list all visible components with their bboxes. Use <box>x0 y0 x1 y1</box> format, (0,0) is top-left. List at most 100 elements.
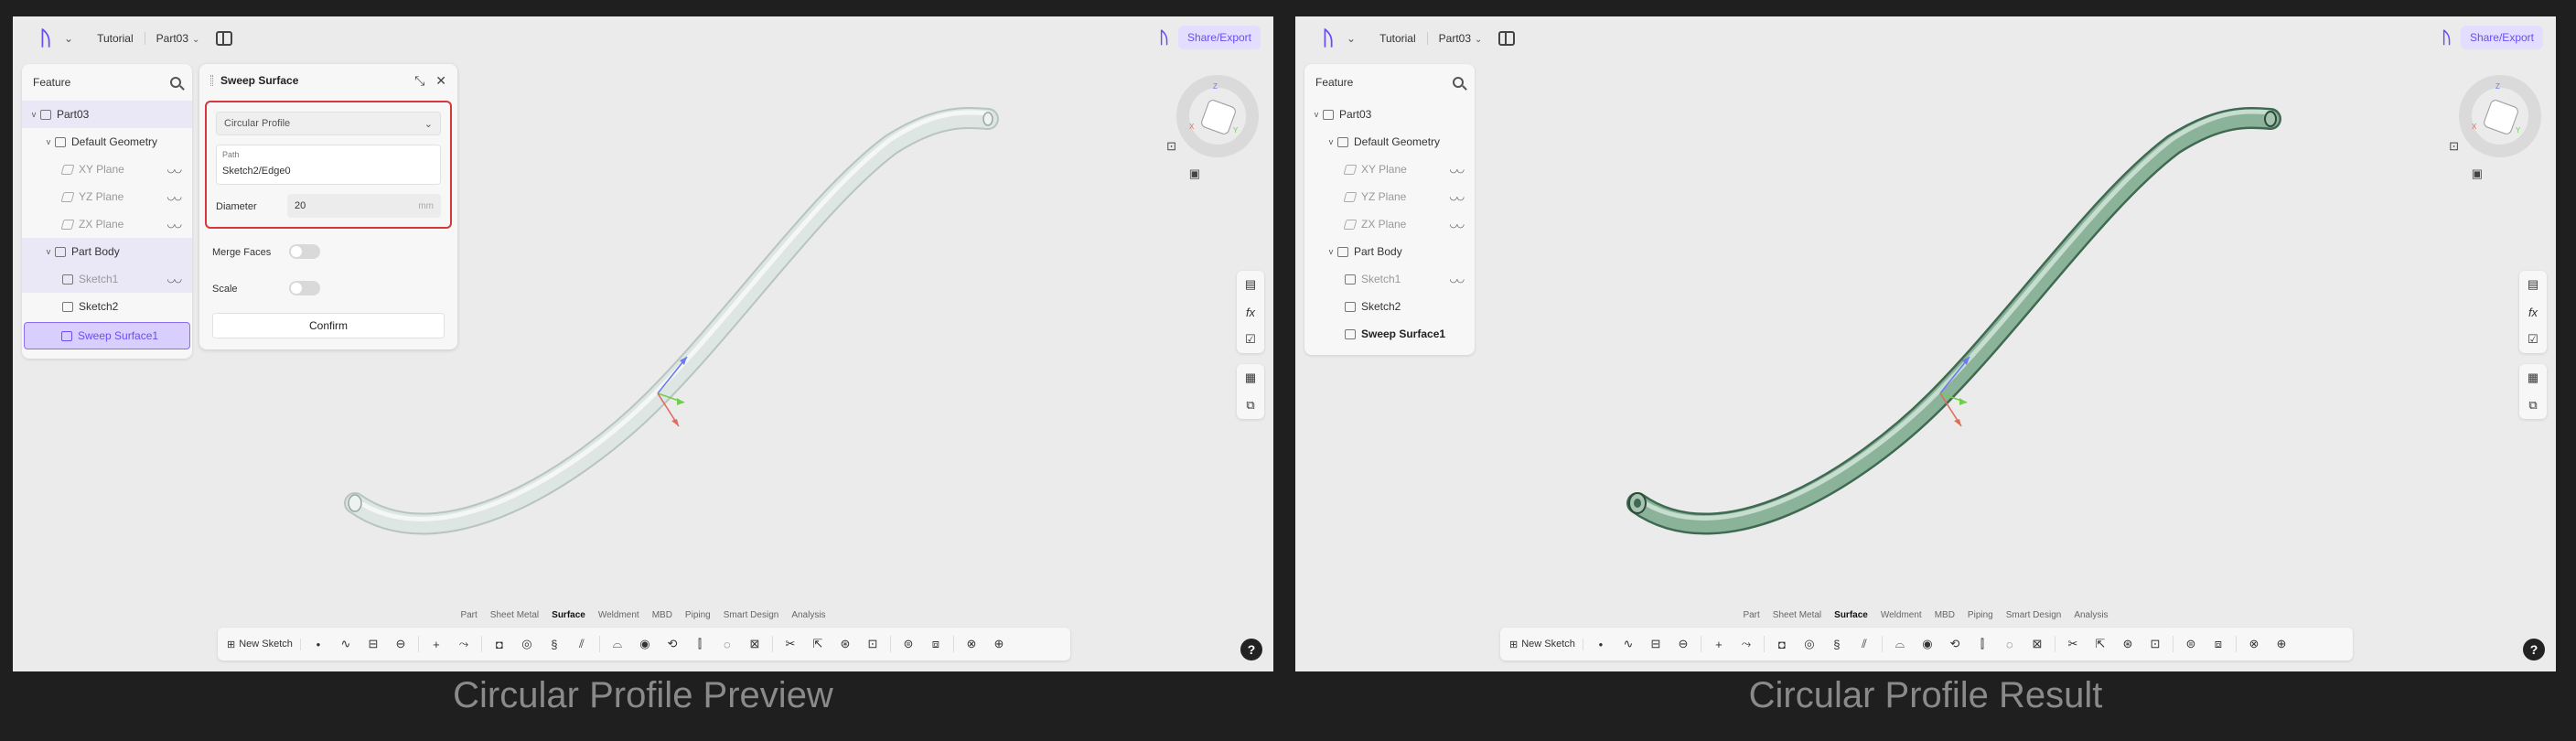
tab-part[interactable]: Part <box>458 608 478 622</box>
view-mode-icon[interactable]: ▣ <box>1189 166 1200 181</box>
sidebar-toggle-icon[interactable] <box>1498 31 1516 46</box>
share-export-button[interactable]: Share/Export <box>1177 26 1261 49</box>
search-icon[interactable] <box>1453 77 1464 88</box>
pattern-icon[interactable]: ⧈ <box>2208 637 2228 651</box>
tree-item-part-body[interactable]: v Part Body <box>1304 238 1475 265</box>
scale-toggle[interactable] <box>289 281 320 295</box>
fill-surface-icon[interactable]: ◘ <box>489 638 510 651</box>
confirm-button[interactable]: Confirm <box>212 313 445 338</box>
eye-closed-icon[interactable]: ◡◡ <box>167 192 182 202</box>
tree-item-default-geometry[interactable]: v Default Geometry <box>22 128 192 156</box>
fit-view-icon[interactable]: ⊡ <box>2449 139 2459 154</box>
revolve-surface-icon[interactable]: ⊖ <box>1673 637 1693 651</box>
tab-part[interactable]: Part <box>1741 608 1761 622</box>
tree-item-sweep-surface1[interactable]: Sweep Surface1 <box>24 322 190 349</box>
extend-icon[interactable]: ⇱ <box>2090 637 2110 651</box>
dialog-header[interactable]: Sweep Surface ⤡ ✕ <box>199 64 457 97</box>
chevron-down-icon[interactable]: v <box>42 247 55 256</box>
breadcrumb-part[interactable]: Part03 ⌄ <box>1428 32 1494 45</box>
document-icon[interactable]: ▤ <box>2525 276 2541 293</box>
chevron-down-icon[interactable]: ⌄ <box>1347 32 1356 45</box>
tree-item-yz-plane[interactable]: YZ Plane ◡◡ <box>1304 183 1475 210</box>
ruled-surface-icon[interactable]: ⟲ <box>1945 637 1965 651</box>
tree-item-default-geometry[interactable]: v Default Geometry <box>1304 128 1475 156</box>
fit-view-icon[interactable]: ⊡ <box>1166 139 1176 154</box>
mirror-icon[interactable]: ⊜ <box>2181 637 2201 651</box>
new-sketch-button[interactable]: ⊞ New Sketch <box>227 638 301 650</box>
ruled-surface-icon[interactable]: ⟲ <box>662 637 682 651</box>
pattern-icon[interactable]: ⧈ <box>926 637 946 651</box>
brand-icon[interactable]: ᚢ <box>2442 28 2452 48</box>
layers-icon[interactable]: ⧉ <box>2525 397 2541 413</box>
intersect-curve-icon[interactable]: + <box>1709 638 1729 651</box>
drag-handle-icon[interactable] <box>210 75 213 86</box>
tab-sheet-metal[interactable]: Sheet Metal <box>488 608 541 622</box>
tree-item-part03[interactable]: v Part03 <box>1304 101 1475 128</box>
delete-face-icon[interactable]: ⊗ <box>2244 637 2264 651</box>
offset-surface-icon[interactable]: ⌓ <box>607 637 628 651</box>
tab-mbd[interactable]: MBD <box>650 608 674 622</box>
app-logo-icon[interactable]: ᚢ <box>1310 26 1347 51</box>
layers-icon[interactable]: ⧉ <box>1242 397 1259 413</box>
tab-piping[interactable]: Piping <box>683 608 713 622</box>
path-field[interactable]: Path Sketch2/Edge0 <box>216 145 441 185</box>
formula-icon[interactable]: fx <box>1242 304 1259 320</box>
point-icon[interactable]: • <box>1591 638 1611 651</box>
intersect-curve-icon[interactable]: + <box>426 638 446 651</box>
diameter-input[interactable]: 20 mm <box>287 194 441 218</box>
chevron-down-icon[interactable]: v <box>1325 137 1337 146</box>
chevron-down-icon[interactable]: v <box>42 137 55 146</box>
close-icon[interactable]: ✕ <box>435 73 446 89</box>
app-logo-icon[interactable]: ᚢ <box>27 26 64 51</box>
tree-item-sweep-surface1[interactable]: Sweep Surface1 <box>1304 320 1475 348</box>
knit-icon[interactable]: ⊛ <box>2118 637 2138 651</box>
tab-sheet-metal[interactable]: Sheet Metal <box>1771 608 1823 622</box>
spline-icon[interactable]: ∿ <box>1618 637 1638 651</box>
split-surface-icon[interactable]: ⫿ <box>690 637 710 651</box>
tree-item-sketch2[interactable]: Sketch2 <box>1304 293 1475 320</box>
extrude-surface-icon[interactable]: ⊟ <box>1646 637 1666 651</box>
table-icon[interactable]: ▦ <box>2525 370 2541 386</box>
extrude-surface-icon[interactable]: ⊟ <box>363 637 383 651</box>
tree-item-part-body[interactable]: v Part Body <box>22 238 192 265</box>
chevron-down-icon[interactable]: v <box>1310 110 1323 119</box>
document-icon[interactable]: ▤ <box>1242 276 1259 293</box>
tab-surface[interactable]: Surface <box>550 608 587 622</box>
brand-icon[interactable]: ᚢ <box>1159 28 1169 48</box>
view-mode-icon[interactable]: ▣ <box>2472 166 2483 181</box>
untrim-icon[interactable]: ⊡ <box>2145 637 2165 651</box>
eye-closed-icon[interactable]: ◡◡ <box>1450 220 1465 230</box>
tree-item-zx-plane[interactable]: ZX Plane ◡◡ <box>1304 210 1475 238</box>
merge-faces-toggle[interactable] <box>289 244 320 259</box>
chevron-down-icon[interactable]: v <box>1325 247 1337 256</box>
untrim-icon[interactable]: ⊡ <box>863 637 883 651</box>
sidebar-toggle-icon[interactable] <box>216 31 233 46</box>
chevron-down-icon[interactable]: ⌄ <box>64 32 73 45</box>
more-tools-icon[interactable]: ⊕ <box>2271 637 2292 651</box>
formula-icon[interactable]: fx <box>2525 304 2541 320</box>
tab-analysis[interactable]: Analysis <box>789 608 827 622</box>
tab-weldment[interactable]: Weldment <box>1879 608 1924 622</box>
tab-analysis[interactable]: Analysis <box>2072 608 2109 622</box>
split-surface-icon[interactable]: ⫿ <box>1972 637 1992 651</box>
offset-surface-icon[interactable]: ⌓ <box>1890 637 1910 651</box>
checklist-icon[interactable]: ☑ <box>1242 331 1259 348</box>
help-button[interactable]: ? <box>1240 639 1262 660</box>
view-cube[interactable]: Z X Y <box>1173 71 1264 163</box>
boundary-surface-icon[interactable]: ⫽ <box>572 637 592 651</box>
point-icon[interactable]: • <box>308 638 328 651</box>
tab-smart-design[interactable]: Smart Design <box>722 608 781 622</box>
breadcrumb-project[interactable]: Tutorial <box>1368 32 1427 45</box>
share-export-button[interactable]: Share/Export <box>2460 26 2543 49</box>
revolve-surface-icon[interactable]: ⊖ <box>391 637 411 651</box>
tree-item-sketch1[interactable]: Sketch1 ◡◡ <box>22 265 192 293</box>
tree-item-sketch1[interactable]: Sketch1 ◡◡ <box>1304 265 1475 293</box>
boundary-surface-icon[interactable]: ⫽ <box>1854 637 1874 651</box>
fill-surface-icon[interactable]: ◘ <box>1772 638 1792 651</box>
collapse-icon[interactable]: ⤡ <box>414 73 424 89</box>
knit-icon[interactable]: ⊛ <box>835 637 855 651</box>
more-tools-icon[interactable]: ⊕ <box>989 637 1009 651</box>
thicken-icon[interactable]: ◉ <box>635 637 655 651</box>
loft-surface-icon[interactable]: ◎ <box>517 637 537 651</box>
tab-smart-design[interactable]: Smart Design <box>2004 608 2064 622</box>
